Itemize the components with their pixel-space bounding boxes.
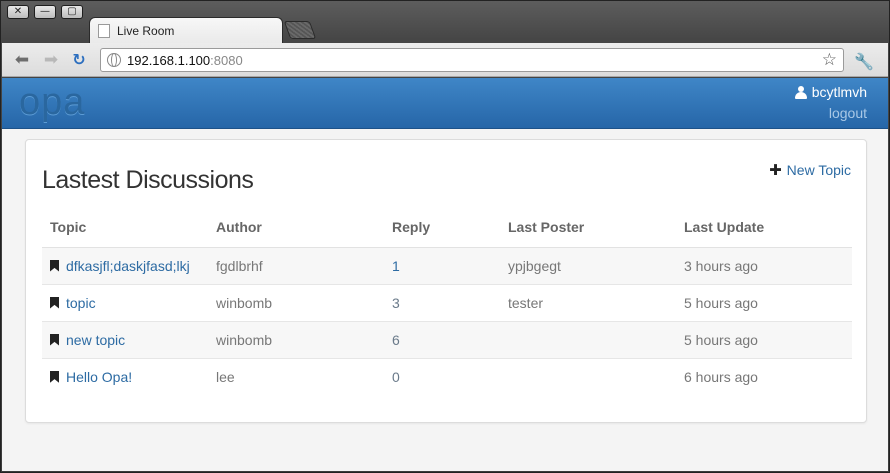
user-icon <box>794 85 807 99</box>
wrench-icon[interactable]: 🔧 <box>854 51 874 71</box>
window-maximize-button[interactable]: ▢ <box>61 5 83 19</box>
new-tab-button[interactable] <box>283 21 317 39</box>
topic-link[interactable]: Hello Opa! <box>66 369 132 385</box>
top-navbar: opa bcytlmvh logout <box>2 78 888 129</box>
tab-title: Live Room <box>117 23 175 38</box>
last-poster-cell <box>500 320 676 358</box>
forward-arrow-icon[interactable]: ➡ <box>40 49 62 71</box>
new-topic-button[interactable]: ✚ New Topic <box>769 161 851 179</box>
table-row: topic winbomb 3 tester 5 hours ago <box>42 283 852 321</box>
topic-link[interactable]: dfkasjfl;daskjfasd;lkj <box>66 258 190 274</box>
last-update-cell: 3 hours ago <box>676 246 852 284</box>
address-bar[interactable]: 192.168.1.100:8080 ☆ <box>100 48 844 72</box>
bookmark-icon <box>50 259 59 272</box>
column-header-last-poster[interactable]: Last Poster <box>500 208 676 248</box>
url-host: 192.168.1.100 <box>127 52 211 68</box>
plus-icon: ✚ <box>769 161 782 179</box>
last-update-cell: 5 hours ago <box>676 283 852 321</box>
column-header-reply[interactable]: Reply <box>384 208 500 248</box>
window-controls: ✕ — ▢ <box>7 5 83 19</box>
web-page: opa bcytlmvh logout Lastest Discussions … <box>2 78 888 471</box>
bookmark-icon <box>50 333 59 346</box>
reply-cell: 6 <box>384 320 500 358</box>
reply-cell: 3 <box>384 283 500 321</box>
discussions-table: Topic Author Reply Last Poster Last Upda… <box>42 208 852 395</box>
last-update-cell: 5 hours ago <box>676 320 852 358</box>
author-cell: winbomb <box>208 283 384 321</box>
column-header-author[interactable]: Author <box>208 208 384 248</box>
username: bcytlmvh <box>811 84 867 100</box>
author-cell: winbomb <box>208 320 384 358</box>
reload-icon[interactable]: ↻ <box>68 49 90 71</box>
reply-cell: 1 <box>384 246 500 284</box>
table-row: dfkasjfl;daskjfasd;lkj fgdlbrhf 1 ypjbge… <box>42 246 852 284</box>
star-icon[interactable]: ☆ <box>822 50 837 70</box>
opa-logo[interactable]: opa <box>19 80 85 124</box>
logout-link[interactable]: logout <box>829 105 867 121</box>
column-header-topic[interactable]: Topic <box>42 208 208 248</box>
url-port: :8080 <box>210 52 243 68</box>
topic-cell[interactable]: topic <box>42 283 208 321</box>
table-header-row: Topic Author Reply Last Poster Last Upda… <box>42 208 852 248</box>
last-poster-cell <box>500 357 676 395</box>
author-cell: fgdlbrhf <box>208 246 384 284</box>
topic-link[interactable]: new topic <box>66 332 125 348</box>
topic-link[interactable]: topic <box>66 295 96 311</box>
last-poster-cell: ypjbgegt <box>500 246 676 284</box>
topic-cell[interactable]: new topic <box>42 320 208 358</box>
window-minimize-button[interactable]: — <box>34 5 56 19</box>
bookmark-icon <box>50 370 59 383</box>
window-close-button[interactable]: ✕ <box>7 5 29 19</box>
page-title: Lastest Discussions <box>42 166 254 194</box>
last-poster-cell: tester <box>500 283 676 321</box>
topic-cell[interactable]: dfkasjfl;daskjfasd;lkj <box>42 246 208 284</box>
browser-tab[interactable]: Live Room <box>89 17 283 43</box>
author-cell: lee <box>208 357 384 395</box>
topic-cell[interactable]: Hello Opa! <box>42 357 208 395</box>
bookmark-icon <box>50 296 59 309</box>
reply-cell: 0 <box>384 357 500 395</box>
page-icon <box>98 23 110 38</box>
last-update-cell: 6 hours ago <box>676 357 852 395</box>
browser-toolbar: ⬅ ➡ ↻ 192.168.1.100:8080 ☆ 🔧 <box>2 43 888 77</box>
column-header-last-update[interactable]: Last Update <box>676 208 852 248</box>
back-arrow-icon[interactable]: ⬅ <box>11 49 33 71</box>
user-menu[interactable]: bcytlmvh <box>794 84 867 100</box>
globe-icon <box>107 53 121 67</box>
table-row: new topic winbomb 6 5 hours ago <box>42 320 852 358</box>
new-topic-label: New Topic <box>786 162 851 178</box>
discussions-card: Lastest Discussions ✚ New Topic Topic Au… <box>25 139 867 423</box>
browser-window: ✕ — ▢ Live Room ⬅ ➡ ↻ 192.168.1.100:8080… <box>0 0 890 473</box>
table-row: Hello Opa! lee 0 6 hours ago <box>42 357 852 395</box>
